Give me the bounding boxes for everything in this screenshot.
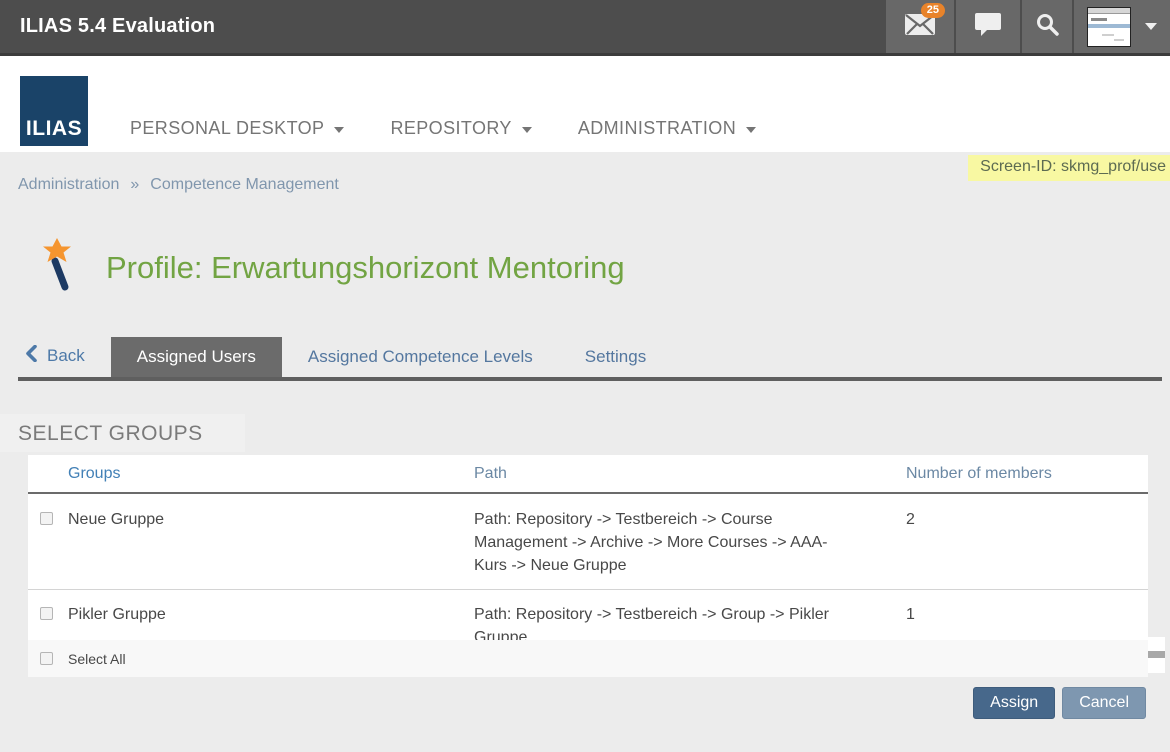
select-all-checkbox[interactable] — [40, 652, 53, 665]
site-header: ILIAS PERSONAL DESKTOP REPOSITORY ADMINI… — [0, 56, 1170, 152]
nav-administration[interactable]: ADMINISTRATION — [578, 118, 756, 139]
search-button[interactable] — [1022, 0, 1072, 53]
row-checkbox[interactable] — [40, 607, 53, 620]
top-bar: ILIAS 5.4 Evaluation 25 — [0, 0, 1170, 56]
search-icon — [1035, 12, 1059, 41]
tab-assigned-users[interactable]: Assigned Users — [111, 337, 282, 377]
group-members: 2 — [878, 508, 1148, 577]
cancel-button[interactable]: Cancel — [1062, 687, 1146, 719]
action-bar: Assign Cancel — [0, 687, 1146, 719]
group-name-cell: Neue Gruppe — [28, 508, 474, 577]
page-title: Profile: Erwartungshorizont Mentoring — [106, 250, 625, 286]
caret-down-icon — [334, 127, 344, 133]
nav-personal-desktop[interactable]: PERSONAL DESKTOP — [130, 118, 344, 139]
user-menu-button[interactable] — [1074, 0, 1170, 53]
select-all-row: Select All — [28, 640, 1148, 677]
group-name: Neue Gruppe — [68, 508, 164, 531]
column-header-groups[interactable]: Groups — [28, 465, 474, 483]
ilias-logo[interactable]: ILIAS — [20, 76, 88, 146]
groups-table: Groups Path Number of members Neue Grupp… — [28, 455, 1148, 677]
group-name: Pikler Gruppe — [68, 603, 166, 626]
group-path: Path: Repository -> Testbereich -> Cours… — [474, 508, 878, 577]
chat-button[interactable] — [956, 0, 1020, 53]
table-row: Neue Gruppe Path: Repository -> Testbere… — [28, 494, 1148, 590]
column-header-path: Path — [474, 465, 878, 483]
back-button[interactable]: Back — [18, 345, 111, 377]
group-members: 1 — [878, 603, 1148, 640]
logo-text: ILIAS — [20, 117, 88, 141]
mail-unread-badge: 25 — [921, 3, 945, 18]
screen-id-label: Screen-ID: skmg_prof/use — [968, 155, 1170, 181]
tab-assigned-competence-levels[interactable]: Assigned Competence Levels — [282, 337, 559, 377]
breadcrumb-competence-management[interactable]: Competence Management — [150, 176, 339, 194]
skill-wand-icon — [36, 238, 78, 297]
breadcrumb-separator: » — [130, 176, 139, 194]
nav-label: PERSONAL DESKTOP — [130, 118, 324, 139]
select-all-label: Select All — [68, 651, 126, 667]
row-checkbox[interactable] — [40, 512, 53, 525]
scrollbar-track — [1148, 637, 1165, 673]
nav-label: ADMINISTRATION — [578, 118, 736, 139]
assign-button[interactable]: Assign — [973, 687, 1055, 719]
tab-settings[interactable]: Settings — [559, 337, 672, 377]
chevron-left-icon — [26, 345, 37, 367]
nav-repository[interactable]: REPOSITORY — [390, 118, 531, 139]
main-nav: PERSONAL DESKTOP REPOSITORY ADMINISTRATI… — [130, 118, 756, 139]
avatar — [1087, 7, 1131, 47]
back-label: Back — [47, 346, 85, 366]
group-path: Path: Repository -> Testbereich -> Group… — [474, 603, 878, 640]
page-title-row: Profile: Erwartungshorizont Mentoring — [0, 238, 1170, 297]
section-title: SELECT GROUPS — [18, 422, 1170, 446]
caret-down-icon — [1145, 23, 1157, 30]
mail-button[interactable]: 25 — [886, 0, 954, 53]
ilias-app: ILIAS 5.4 Evaluation 25 — [0, 0, 1170, 752]
nav-label: REPOSITORY — [390, 118, 511, 139]
column-header-members: Number of members — [878, 465, 1148, 483]
scrollbar-thumb[interactable] — [1148, 651, 1165, 658]
app-title: ILIAS 5.4 Evaluation — [0, 15, 884, 38]
group-name-cell: Pikler Gruppe — [28, 603, 474, 640]
chat-icon — [974, 11, 1002, 42]
caret-down-icon — [522, 127, 532, 133]
breadcrumb-administration[interactable]: Administration — [18, 176, 119, 194]
table-row: Pikler Gruppe Path: Repository -> Testbe… — [28, 590, 1148, 640]
table-header-row: Groups Path Number of members — [28, 455, 1148, 494]
tab-bar: Back Assigned Users Assigned Competence … — [18, 337, 1162, 381]
caret-down-icon — [746, 127, 756, 133]
